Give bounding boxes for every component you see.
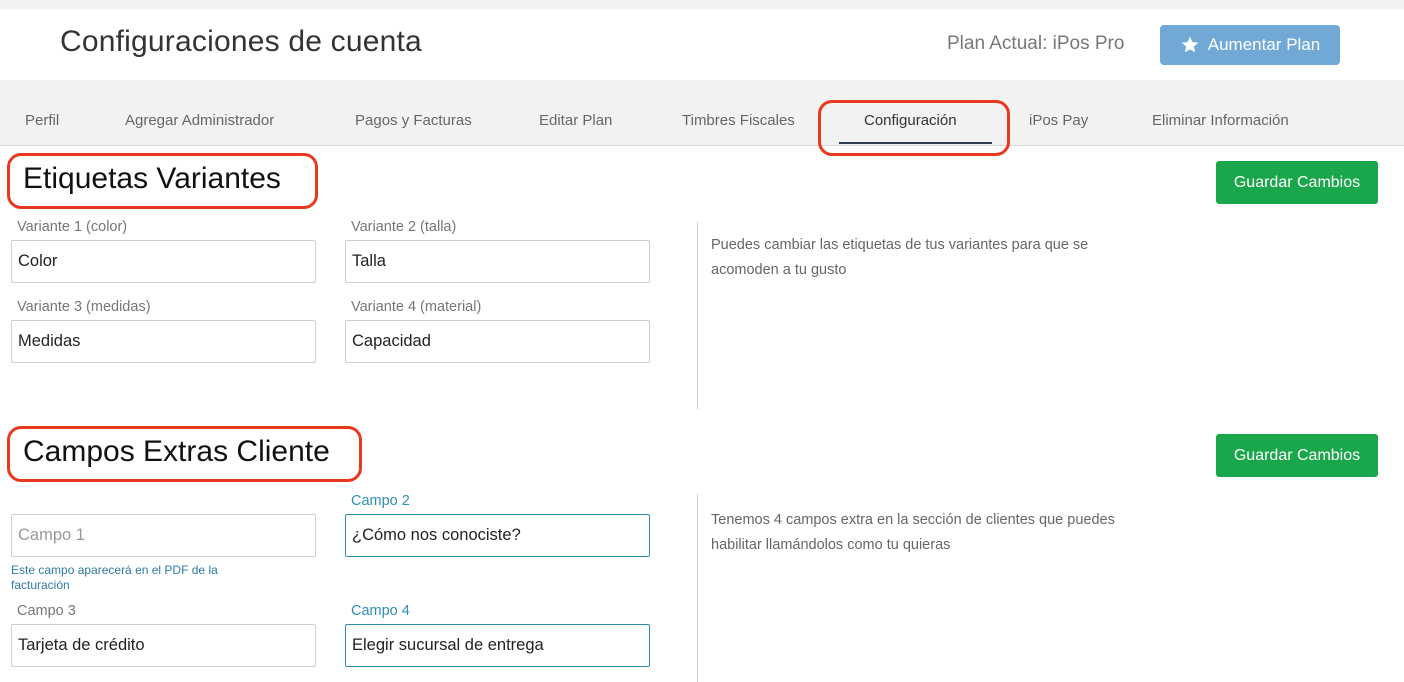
top-strip (0, 0, 1404, 9)
upgrade-plan-label: Aumentar Plan (1207, 35, 1321, 54)
tab-agregar-administrador[interactable]: Agregar Administrador (125, 112, 274, 129)
variants-divider (697, 222, 698, 409)
tab-eliminar-informacion[interactable]: Eliminar Información (1152, 112, 1289, 129)
client-field-3-label: Campo 3 (17, 603, 76, 619)
variant-2-input[interactable] (345, 240, 650, 283)
highlight-configuracion-tab (818, 100, 1010, 156)
client-field-3-input[interactable] (11, 624, 316, 667)
settings-tabbar: Perfil Agregar Administrador Pagos y Fac… (0, 80, 1404, 146)
tab-pagos-facturas[interactable]: Pagos y Facturas (355, 112, 472, 129)
page-title: Configuraciones de cuenta (60, 25, 422, 58)
current-plan-label: Plan Actual: iPos Pro (947, 33, 1125, 54)
variant-1-input[interactable] (11, 240, 316, 283)
highlight-variants-title (7, 153, 318, 209)
client-field-4-label: Campo 4 (351, 603, 410, 619)
upgrade-plan-button[interactable]: Aumentar Plan (1160, 25, 1340, 65)
variant-2-label: Variante 2 (talla) (351, 219, 457, 235)
variants-description: Puedes cambiar las etiquetas de tus vari… (711, 237, 1089, 278)
tab-editar-plan[interactable]: Editar Plan (539, 112, 612, 129)
star-icon (1181, 36, 1199, 53)
client-fields-save-button[interactable]: Guardar Cambios (1216, 434, 1378, 477)
client-field-2-input[interactable] (345, 514, 650, 557)
client-field-1-input[interactable] (11, 514, 316, 557)
variant-4-input[interactable] (345, 320, 650, 363)
page-header: Configuraciones de cuenta Plan Actual: i… (0, 9, 1404, 80)
variant-4-label: Variante 4 (material) (351, 299, 482, 315)
tab-ipos-pay[interactable]: iPos Pay (1029, 112, 1088, 129)
pdf-note: Este campo aparecerá en el PDF de la fac… (11, 563, 218, 592)
variant-3-label: Variante 3 (medidas) (17, 299, 151, 315)
client-fields-divider (697, 494, 698, 682)
client-field-4-input[interactable] (345, 624, 650, 667)
variants-save-button[interactable]: Guardar Cambios (1216, 161, 1378, 204)
client-field-2-label: Campo 2 (351, 493, 410, 509)
variant-3-input[interactable] (11, 320, 316, 363)
client-fields-description: Tenemos 4 campos extra en la sección de … (711, 512, 1115, 553)
tab-timbres-fiscales[interactable]: Timbres Fiscales (682, 112, 795, 129)
tab-perfil[interactable]: Perfil (25, 112, 59, 129)
variant-1-label: Variante 1 (color) (17, 219, 128, 235)
highlight-client-fields-title (7, 426, 362, 482)
